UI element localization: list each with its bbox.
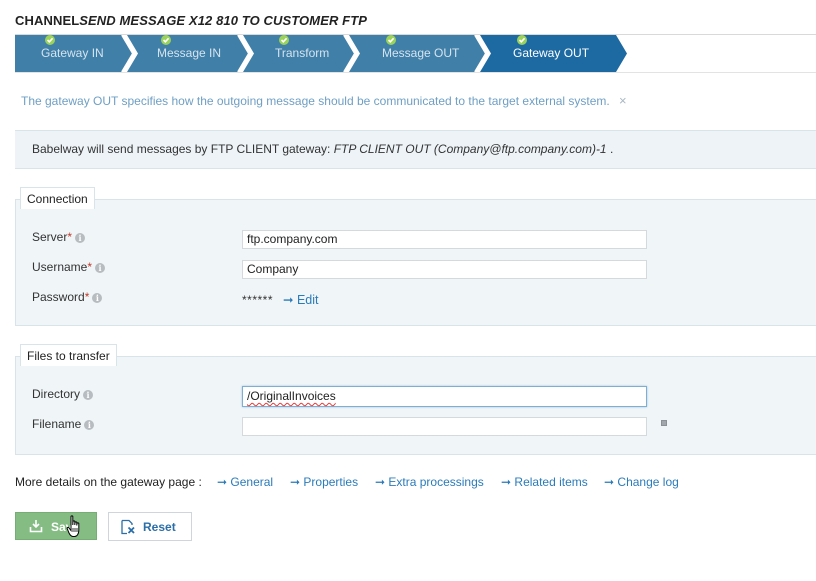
notice-suffix: . [609,142,614,156]
arrow-right-icon: ➞ [604,475,615,489]
required-marker: * [87,260,93,274]
step-label: Transform [275,46,330,60]
check-icon [279,35,289,45]
filename-label-text: Filename [32,417,82,431]
page-title: CHANNELSEND MESSAGE X12 810 TO CUSTOMER … [15,13,367,28]
notice-prefix: Babelway will send messages by FTP CLIEN… [32,142,331,156]
step-label: Message OUT [382,46,460,60]
general-link[interactable]: ➞ General [217,475,273,489]
link-label: Related items [514,475,588,489]
details-label: More details on the gateway page : [15,475,202,489]
arrow-right-icon: ➞ [217,475,228,489]
save-button[interactable]: Save [15,512,97,540]
check-icon [517,35,527,45]
password-value: ****** [242,293,274,307]
arrow-right-icon: ➞ [375,475,386,489]
steps-divider [15,72,816,73]
arrow-right-icon: ➞ [501,475,512,489]
check-icon [386,35,396,45]
tab-transform[interactable]: Transform [275,35,329,71]
info-icon[interactable]: i [75,233,86,243]
arrow-right-icon: ➞ [290,475,301,489]
required-marker: * [84,290,90,304]
link-label: Extra processings [388,475,484,489]
step-label: Message IN [157,46,222,60]
tab-message-out[interactable]: Message OUT [382,35,459,71]
directory-label-text: Directory [32,387,81,401]
hand-cursor-icon [66,515,80,537]
directory-input[interactable]: /OriginalInvoices [242,386,647,407]
info-icon[interactable]: i [95,263,106,273]
change-log-link[interactable]: ➞ Change log [604,475,679,489]
related-items-link[interactable]: ➞ Related items [501,475,588,489]
info-text: The gateway OUT specifies how the outgoi… [21,94,610,108]
directory-label: Directory i [32,387,94,401]
close-icon[interactable]: × [619,93,627,108]
step-label: Gateway IN [41,46,104,60]
connection-legend: Connection [20,187,95,209]
gateway-notice: Babelway will send messages by FTP CLIEN… [15,130,816,169]
check-icon [161,35,171,45]
edit-label: Edit [296,293,319,307]
info-icon[interactable]: i [84,420,95,430]
info-icon[interactable]: i [92,293,103,303]
extra-processings-link[interactable]: ➞ Extra processings [375,475,484,489]
reset-label: Reset [143,520,176,534]
reset-button[interactable]: Reset [108,512,192,541]
username-label-text: Username [32,260,88,274]
server-input[interactable]: ftp.company.com [242,230,647,249]
password-label: Password* i [32,290,103,304]
filename-input[interactable] [242,417,647,436]
tab-message-in[interactable]: Message IN [157,35,221,71]
link-label: Change log [617,475,679,489]
notice-gateway: FTP CLIENT OUT (Company@ftp.company.com)… [333,142,607,156]
edit-password-link[interactable]: ➞ Edit [283,292,319,307]
link-label: General [230,475,274,489]
username-label: Username* i [32,260,106,274]
save-icon [29,520,43,533]
title-prefix: CHANNEL [15,13,80,28]
filename-label: Filename i [32,417,95,431]
directory-value: /OriginalInvoices [247,389,336,403]
required-marker: * [67,230,73,244]
link-label: Properties [303,475,359,489]
server-label: Server* i [32,230,86,244]
channel-name: SEND MESSAGE X12 810 TO CUSTOMER FTP [79,13,368,28]
tab-gateway-out[interactable]: Gateway OUT [513,35,589,71]
info-icon[interactable]: i [83,390,94,400]
wizard-steps: Gateway IN Message IN Transform Message … [15,35,816,72]
check-icon [45,35,55,45]
step-label: Gateway OUT [513,46,590,60]
arrow-right-icon: ➞ [283,293,294,307]
files-legend: Files to transfer [20,344,117,366]
reset-icon [121,519,135,535]
username-input[interactable]: Company [242,260,647,279]
server-label-text: Server [32,230,68,244]
properties-link[interactable]: ➞ Properties [290,475,358,489]
filename-picker-button[interactable] [661,420,667,426]
tab-gateway-in[interactable]: Gateway IN [41,35,104,71]
password-label-text: Password [32,290,85,304]
